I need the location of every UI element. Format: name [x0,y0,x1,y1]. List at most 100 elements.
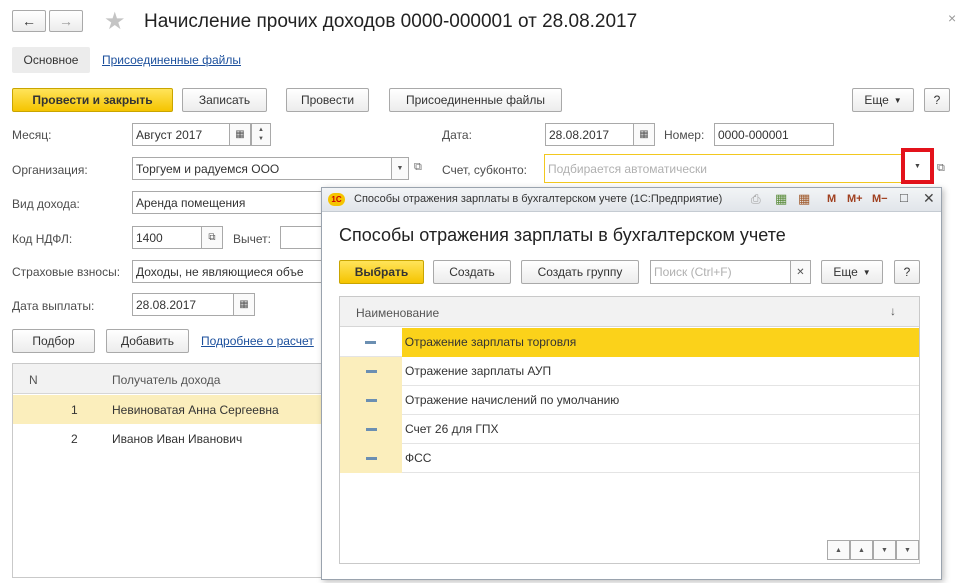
calendar-icon: ▦ [235,129,245,140]
list-item[interactable]: Отражение начислений по умолчанию [340,385,919,415]
post-button[interactable]: Провести [286,88,369,112]
number-field[interactable]: 0000-000001 [714,123,834,146]
maximize-icon[interactable]: □ [900,190,908,205]
list-item[interactable]: Отражение зарплаты торговля [340,327,919,357]
arrow-left-icon: ← [22,13,36,29]
item-icon [365,398,377,402]
col-n-header[interactable]: N [29,373,38,387]
item-icon [365,369,377,373]
1c-logo-icon: 1C [328,193,345,206]
create-button[interactable]: Создать [433,260,511,284]
account-field[interactable]: Подбирается автоматически [544,154,906,183]
select-label: Выбрать [354,265,409,279]
post-and-close-label: Провести и закрыть [32,93,153,107]
chevron-down-icon: ▼ [862,267,871,277]
ndfl-code-label: Код НДФЛ: [12,232,73,246]
month-label: Месяц: [12,128,52,142]
close-icon[interactable]: × [948,10,956,26]
post-label: Провести [300,93,355,107]
dialog-window-title: Способы отражения зарплаты в бухгалтерск… [354,193,723,205]
ndfl-code-value: 1400 [136,230,163,245]
chevron-down-icon: ▼ [396,165,404,172]
list-nav: ▲ ▲ ▼ ▼ [827,540,919,560]
add-button[interactable]: Добавить [106,329,189,353]
pay-date-label: Дата выплаты: [12,299,95,313]
month-spinner[interactable]: ▲ ▼ [251,123,271,146]
account-dropdown-button[interactable]: ▼ [901,148,934,184]
methods-list: Наименование ↓ Отражение зарплаты торгов… [339,296,920,564]
col-recipient-header[interactable]: Получатель дохода [112,373,220,387]
forward-button[interactable]: → [49,10,83,32]
calendar-icon: ▦ [239,299,249,310]
item-label: Отражение зарплаты торговля [401,327,919,357]
scroll-down-button[interactable]: ▼ [873,540,896,560]
pay-date-field[interactable]: 28.08.2017 [132,293,234,316]
create-group-button[interactable]: Создать группу [521,260,639,284]
insurance-field[interactable]: Доходы, не являющиеся объе [132,260,322,283]
print-icon[interactable]: ⎙ [751,192,761,207]
list-item[interactable]: Счет 26 для ГПХ [340,414,919,444]
memory-minus-button[interactable]: M− [872,193,888,205]
list-item[interactable]: Отражение зарплаты АУП [340,356,919,386]
down-icon: ▼ [881,546,888,554]
item-icon [365,340,377,344]
calculator-icon[interactable]: ▦ [775,191,787,207]
month-field[interactable]: Август 2017 [132,123,230,146]
organization-field[interactable]: Торгуем и радуемся ООО [132,157,392,180]
dialog-help-button[interactable]: ? [894,260,920,284]
select-button[interactable]: Выбрать [339,260,424,284]
more-button[interactable]: Еще ▼ [852,88,914,112]
spin-up-icon[interactable]: ▲ [258,126,264,135]
sort-down-icon[interactable]: ↓ [890,304,896,318]
date-value: 28.08.2017 [549,127,610,142]
calendar-icon[interactable]: ▦ [798,191,810,207]
month-value: Август 2017 [136,127,203,142]
first-icon: ▲ [835,546,842,554]
item-icon [365,456,377,460]
table-row[interactable]: 1 Невиноватая Анна Сергеевна [13,395,321,424]
month-calendar-button[interactable]: ▦ [229,123,251,146]
search-clear-button[interactable]: ✕ [790,260,811,284]
dialog-titlebar[interactable]: 1C Способы отражения зарплаты в бухгалте… [322,188,941,212]
pick-button[interactable]: Подбор [12,329,95,353]
income-type-field[interactable]: Аренда помещения [132,191,322,214]
close-icon[interactable]: ✕ [923,190,935,207]
back-button[interactable]: ← [12,10,46,32]
write-button[interactable]: Записать [182,88,267,112]
tab-main[interactable]: Основное [12,47,90,73]
attached-files-button[interactable]: Присоединенные файлы [389,88,562,112]
up-icon: ▲ [858,546,865,554]
date-calendar-button[interactable]: ▦ [633,123,655,146]
item-icon [365,427,377,431]
scroll-first-button[interactable]: ▲ [827,540,850,560]
list-item[interactable]: ФСС [340,443,919,473]
item-marker [340,443,402,473]
table-row[interactable]: 2 Иванов Иван Иванович [13,424,321,453]
help-button[interactable]: ? [924,88,950,112]
arrow-right-icon: → [59,13,73,29]
item-marker [340,340,402,344]
memory-plus-button[interactable]: M+ [847,193,863,205]
scroll-last-button[interactable]: ▼ [896,540,919,560]
item-label: Отражение зарплаты АУП [405,364,552,378]
memory-m-button[interactable]: M [827,193,836,205]
organization-dropdown-button[interactable]: ▼ [391,157,409,180]
pay-date-calendar-button[interactable]: ▦ [233,293,255,316]
open-icon[interactable]: ⧉ [414,161,422,174]
list-header[interactable]: Наименование ↓ [340,297,919,327]
scroll-up-button[interactable]: ▲ [850,540,873,560]
more-label: Еще [864,93,889,107]
date-field[interactable]: 28.08.2017 [545,123,634,146]
ndfl-code-field[interactable]: 1400 [132,226,202,249]
post-and-close-button[interactable]: Провести и закрыть [12,88,173,112]
star-icon[interactable]: ★ [104,7,126,36]
open-icon[interactable]: ⧉ [937,162,945,175]
dialog-more-button[interactable]: Еще ▼ [821,260,883,284]
spin-down-icon[interactable]: ▼ [258,135,264,144]
tab-files[interactable]: Присоединенные файлы [102,53,241,67]
create-group-label: Создать группу [537,265,623,279]
deduction-field[interactable] [280,226,322,249]
search-input[interactable]: Поиск (Ctrl+F) [650,260,791,284]
ndfl-open-button[interactable]: ⧉ [201,226,223,249]
details-link[interactable]: Подробнее о расчет [201,334,314,348]
